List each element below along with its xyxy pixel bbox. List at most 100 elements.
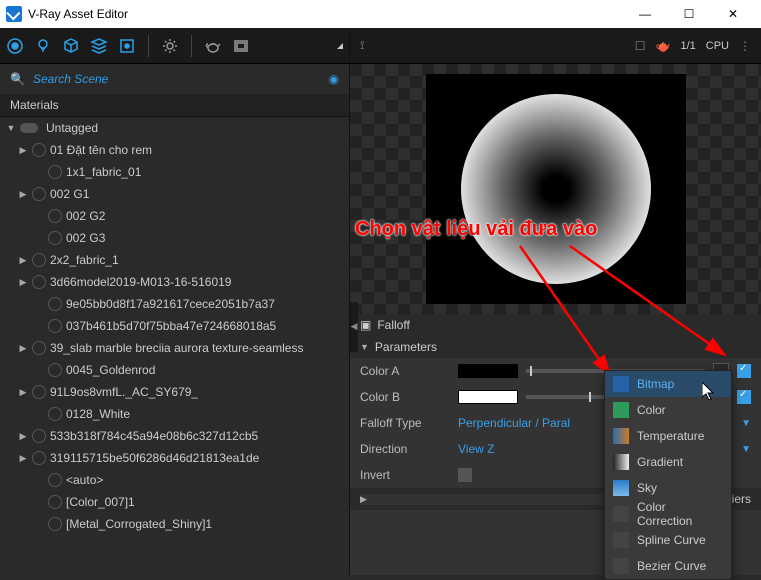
- material-swatch-icon: [48, 495, 62, 509]
- tree-item-label: 002 G3: [66, 231, 105, 245]
- tree-item-label: 01 Đặt tên cho rem: [50, 143, 152, 157]
- maximize-button[interactable]: ☐: [667, 0, 711, 28]
- material-swatch-icon: [32, 253, 46, 267]
- tree-item[interactable]: 1x1_fabric_01: [0, 161, 349, 183]
- titlebar: V-Ray Asset Editor — ☐ ✕: [0, 0, 761, 28]
- layers-icon[interactable]: [90, 37, 108, 55]
- tree-item-label: 9e05bb0d8f17a921617cece2051b7a37: [66, 297, 275, 311]
- render-icon[interactable]: [232, 37, 250, 55]
- tree-item[interactable]: 9e05bb0d8f17a921617cece2051b7a37: [0, 293, 349, 315]
- left-toolbar: [0, 28, 349, 64]
- falloff-title: Falloff: [377, 318, 409, 332]
- collapse-handle[interactable]: ◀: [350, 302, 358, 352]
- dropdown-item[interactable]: Color: [605, 397, 731, 423]
- tree-item[interactable]: ▶319115715be50f6286d46d21813ea1de: [0, 447, 349, 469]
- tree-item-label: 002 G2: [66, 209, 105, 223]
- tree-item[interactable]: 002 G3: [0, 227, 349, 249]
- close-button[interactable]: ✕: [711, 0, 755, 28]
- kebab-icon[interactable]: ⋮: [739, 39, 751, 53]
- tree-item[interactable]: ▶ 91L9os8vmfL._AC_SY679_: [0, 381, 349, 403]
- color-a-check[interactable]: [737, 364, 751, 378]
- left-panel: 🔍 ◉ Materials ▼Untagged▶01 Đặt tên cho r…: [0, 28, 350, 575]
- tree-item-label: <auto>: [66, 473, 103, 487]
- tree-arrow-icon: ▶: [18, 189, 28, 200]
- dropdown-item-icon: [613, 376, 629, 392]
- tree-item-label: 1x1_fabric_01: [66, 165, 141, 179]
- search-icon: 🔍: [10, 72, 25, 86]
- dropdown-item[interactable]: Bitmap: [605, 371, 731, 397]
- teapot-icon[interactable]: [204, 37, 222, 55]
- mode-label[interactable]: CPU: [706, 40, 729, 52]
- filter-icon[interactable]: ◉: [329, 72, 339, 86]
- tree-item-label: 533b318f784c45a94e08b6c327d12cb5: [50, 429, 258, 443]
- tree-item[interactable]: ▶ 533b318f784c45a94e08b6c327d12cb5: [0, 425, 349, 447]
- tree-item[interactable]: 002 G2: [0, 205, 349, 227]
- parameters-header[interactable]: Parameters: [350, 336, 761, 358]
- minimize-button[interactable]: —: [623, 0, 667, 28]
- dropdown-item[interactable]: Gradient: [605, 449, 731, 475]
- search-input[interactable]: [33, 72, 321, 86]
- material-swatch-icon: [48, 165, 62, 179]
- ratio-label[interactable]: 1/1: [680, 40, 695, 52]
- invert-checkbox[interactable]: [458, 468, 472, 482]
- parameters-title: Parameters: [375, 340, 437, 354]
- falloff-type-value: Perpendicular / Paral: [458, 416, 570, 430]
- tree-item[interactable]: ▶ 2x2_fabric_1: [0, 249, 349, 271]
- tree-item-label: [Metal_Corrogated_Shiny]1: [66, 517, 212, 531]
- toolbar-menu-icon[interactable]: [337, 43, 343, 49]
- teapot-small-icon[interactable]: 🫖: [656, 39, 671, 53]
- material-swatch-icon: [32, 275, 46, 289]
- tree-item[interactable]: ▶39_slab marble breciia aurora texture-s…: [0, 337, 349, 359]
- tree-item[interactable]: 0045_Goldenrod: [0, 359, 349, 381]
- tree-item-label: 0128_White: [66, 407, 130, 421]
- tree-item[interactable]: ▶3d66model2019-M013-16-516019: [0, 271, 349, 293]
- target-icon[interactable]: [6, 37, 24, 55]
- tree-item[interactable]: ▶002 G1: [0, 183, 349, 205]
- tree-item[interactable]: ▼ Untagged: [0, 117, 349, 139]
- tree-item[interactable]: 037b461b5d70f75bba47e724668018a5: [0, 315, 349, 337]
- tree-arrow-icon: ▶: [18, 255, 28, 266]
- square-icon[interactable]: ☐: [635, 39, 646, 53]
- dropdown-item[interactable]: Bezier Curve: [605, 553, 731, 579]
- tree-arrow-icon: ▶: [18, 145, 28, 156]
- link-icon[interactable]: ⟟: [360, 38, 364, 53]
- tag-chip-icon: [20, 123, 38, 133]
- cube-icon[interactable]: [62, 37, 80, 55]
- color-b-swatch[interactable]: [458, 390, 518, 404]
- tree-item-label: 91L9os8vmfL._AC_SY679_: [50, 385, 198, 399]
- invert-label: Invert: [360, 468, 450, 482]
- dropdown-item[interactable]: Sky: [605, 475, 731, 501]
- tree-item-label: 39_slab marble breciia aurora texture-se…: [50, 341, 303, 355]
- tree-arrow-icon: ▶: [18, 387, 28, 398]
- dropdown-item-label: Bezier Curve: [637, 559, 706, 573]
- material-swatch-icon: [48, 363, 62, 377]
- tree-item[interactable]: ▶ 01 Đặt tên cho rem: [0, 139, 349, 161]
- tree-item[interactable]: [Color_007]1: [0, 491, 349, 513]
- dropdown-item-label: Spline Curve: [637, 533, 706, 547]
- tree-arrow-icon: ▶: [18, 431, 28, 442]
- texture-dropdown: BitmapColorTemperatureGradientSkyColor C…: [604, 370, 732, 580]
- material-swatch-icon: [32, 143, 46, 157]
- material-swatch-icon: [48, 231, 62, 245]
- dropdown-item[interactable]: Temperature: [605, 423, 731, 449]
- gear-icon[interactable]: [161, 37, 179, 55]
- tree-item[interactable]: 0128_White: [0, 403, 349, 425]
- color-a-swatch[interactable]: [458, 364, 518, 378]
- tree-arrow-icon: ▼: [6, 123, 16, 133]
- tree-item[interactable]: [Metal_Corrogated_Shiny]1: [0, 513, 349, 535]
- tree-item-label: Untagged: [46, 121, 98, 135]
- frame-icon[interactable]: [118, 37, 136, 55]
- material-swatch-icon: [32, 451, 46, 465]
- bulb-icon[interactable]: [34, 37, 52, 55]
- tree-item-label: 319115715be50f6286d46d21813ea1de: [50, 451, 259, 465]
- tree-item-label: 037b461b5d70f75bba47e724668018a5: [66, 319, 276, 333]
- color-b-check[interactable]: [737, 390, 751, 404]
- tree-item[interactable]: <auto>: [0, 469, 349, 491]
- dropdown-item[interactable]: Color Correction: [605, 501, 731, 527]
- dropdown-item-icon: [613, 402, 629, 418]
- tree-item-label: 2x2_fabric_1: [50, 253, 119, 267]
- tree-arrow-icon: ▶: [18, 277, 28, 288]
- dropdown-item[interactable]: Spline Curve: [605, 527, 731, 553]
- material-swatch-icon: [32, 341, 46, 355]
- falloff-header[interactable]: ▣ Falloff: [350, 314, 761, 336]
